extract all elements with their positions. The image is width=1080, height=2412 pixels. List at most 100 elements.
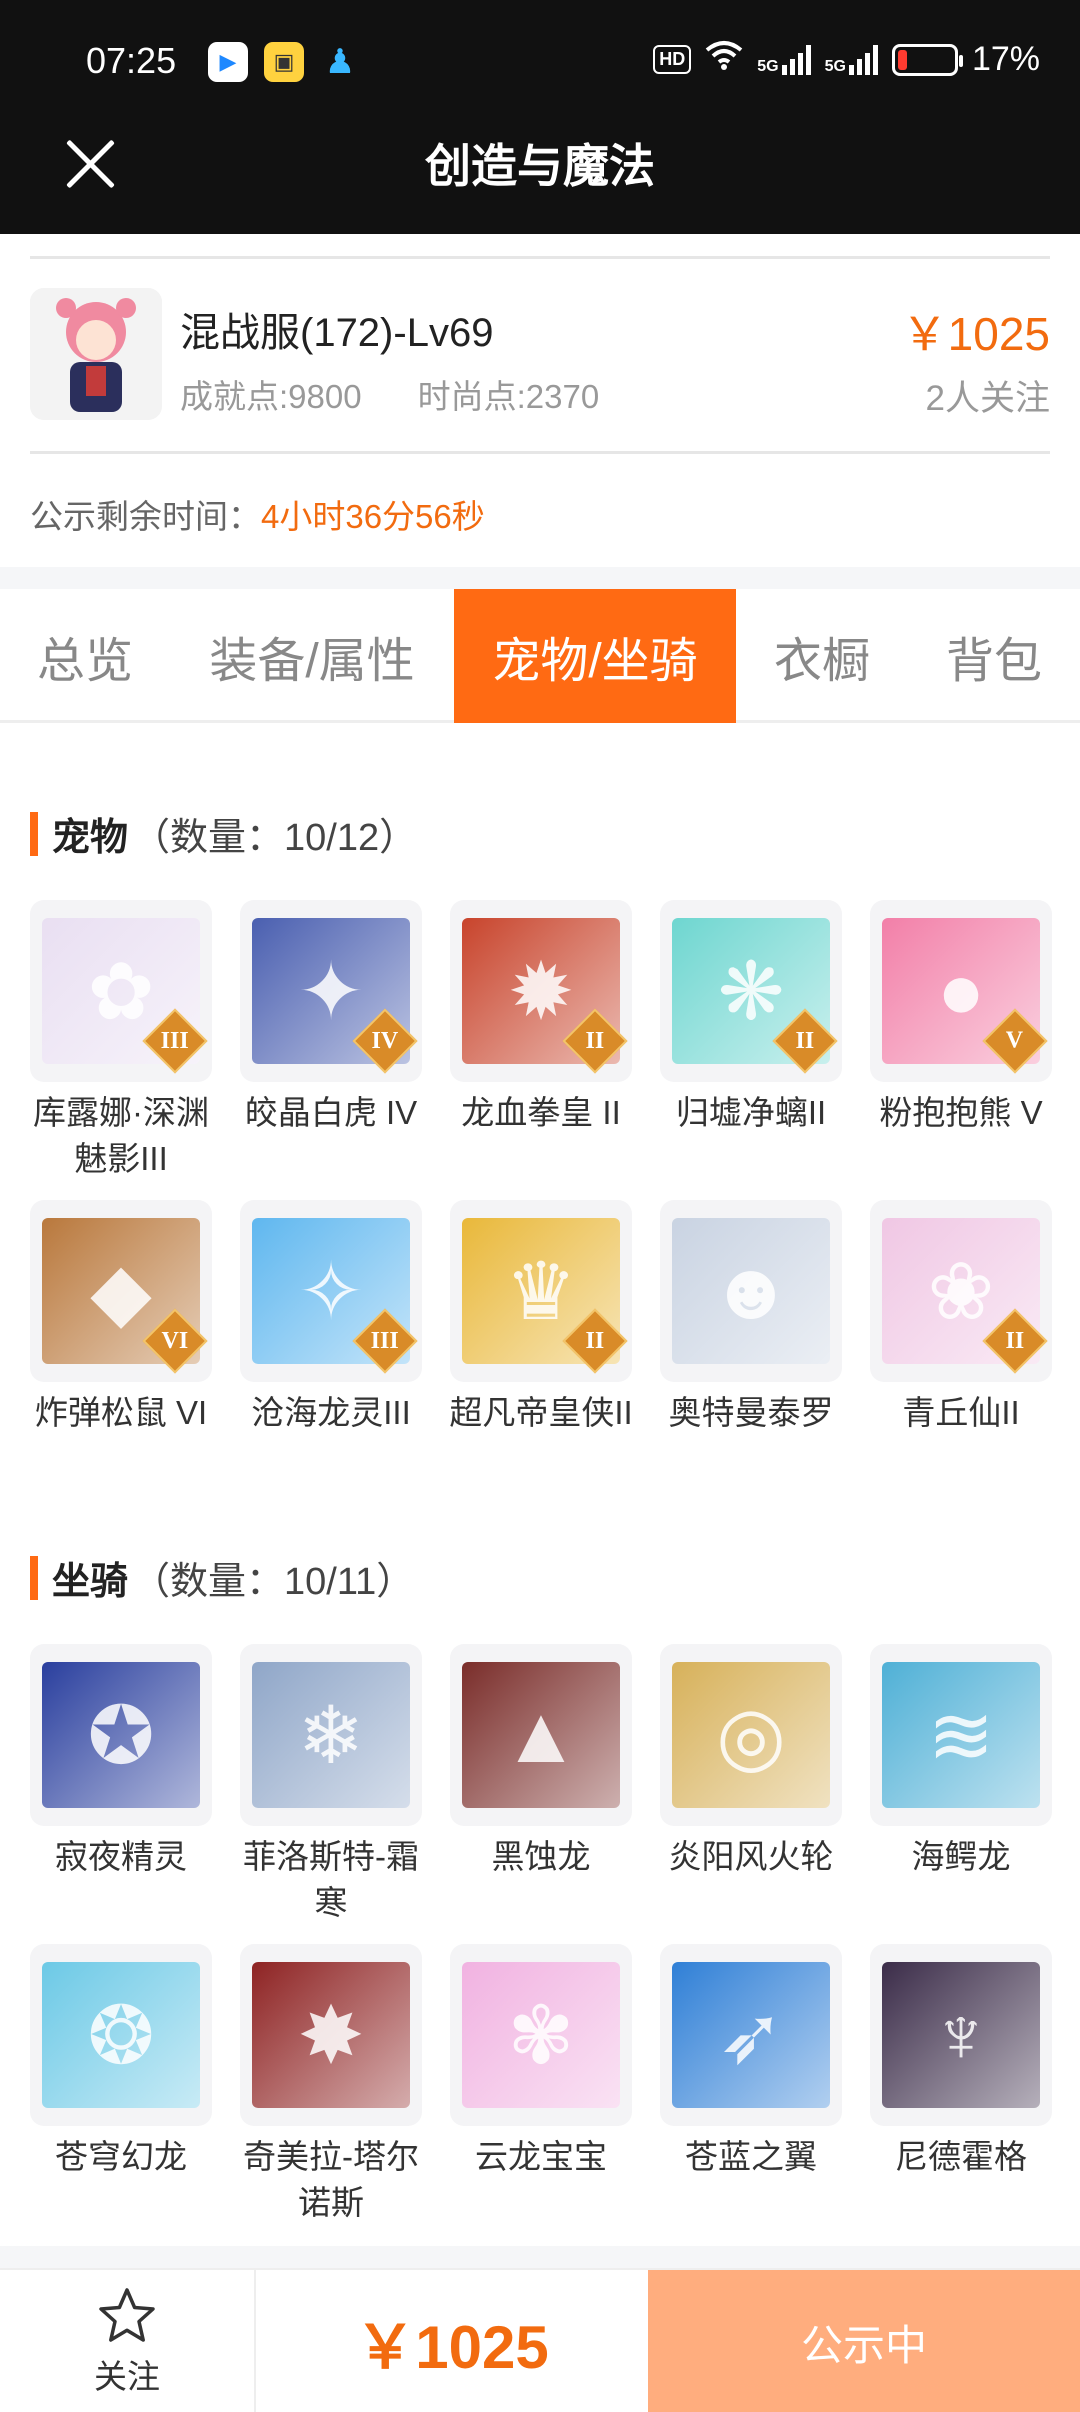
mount-name: 黑蚀龙 — [491, 1838, 591, 1875]
listing-stats: 成就点:9800 时尚点:2370 — [180, 370, 599, 418]
pet-item[interactable]: ♛ II 超凡帝皇侠II — [449, 1200, 633, 1436]
hd-icon: HD — [653, 45, 692, 74]
mount-name: 苍穹幻龙 — [55, 2138, 187, 2175]
mount-item[interactable]: ➶ 苍蓝之翼 — [660, 1944, 842, 2180]
mount-item[interactable]: ✾ 云龙宝宝 — [450, 1944, 632, 2180]
pets-section-title: 宠物 （数量：10/12） — [30, 806, 417, 861]
section-accent — [30, 1555, 38, 1600]
publicity-label: 公示剩余时间： — [30, 498, 261, 535]
pets-title: 宠物 — [52, 817, 129, 859]
mount-thumbnail: ✪ — [30, 1644, 212, 1826]
tab-backpack[interactable]: 背包 — [908, 589, 1080, 723]
pet-item[interactable]: ❋ II 归墟净螭II — [660, 900, 842, 1136]
tab-overview[interactable]: 总览 — [0, 589, 170, 723]
tier-label: II — [585, 1027, 605, 1054]
pets-count: （数量：10/12） — [132, 817, 418, 859]
pet-thumbnail: ● V — [870, 900, 1052, 1082]
listing-name: 混战服(172)-Lv69 — [180, 311, 494, 355]
mount-item[interactable]: ❄ 菲洛斯特-霜寒 — [240, 1644, 422, 1926]
video-app-icon: ▶ — [208, 42, 248, 82]
bottom-action-bar: 关注 ￥1025 公示中 — [0, 2268, 1080, 2412]
achievement-points: 成就点:9800 — [180, 378, 362, 415]
pet-thumbnail: ✿ III — [30, 900, 212, 1082]
tier-label: II — [585, 1327, 605, 1354]
pet-item[interactable]: ☻ 奥特曼泰罗 — [660, 1200, 842, 1436]
tab-equipment[interactable]: 装备/属性 — [170, 589, 454, 723]
top-bar: 07:25 ▶ ▣ ♟ HD 5G 5G 17% 创造与魔法 — [0, 0, 1080, 234]
tab-wardrobe[interactable]: 衣橱 — [736, 589, 908, 723]
creature-image: ♆ — [882, 1962, 1040, 2108]
mount-thumbnail: ❄ — [240, 1644, 422, 1826]
battery-icon — [891, 43, 963, 76]
tab-bar: 总览 装备/属性 宠物/坐骑 衣橱 背包 — [0, 589, 1080, 723]
mount-item[interactable]: ◎ 炎阳风火轮 — [660, 1644, 842, 1880]
pet-thumbnail: ✹ II — [450, 900, 632, 1082]
pet-name: 超凡帝皇侠II — [449, 1394, 633, 1431]
mount-thumbnail: ◎ — [660, 1644, 842, 1826]
pet-item[interactable]: ◆ VI 炸弹松鼠 VI — [30, 1200, 212, 1436]
section-accent — [30, 811, 38, 856]
mount-item[interactable]: ❂ 苍穹幻龙 — [30, 1944, 212, 2180]
pet-item[interactable]: ✦ IV 皎晶白虎 IV — [240, 900, 422, 1136]
mount-name: 苍蓝之翼 — [685, 2138, 817, 2175]
battery-percent: 17% — [971, 40, 1040, 78]
tier-label: V — [1006, 1027, 1024, 1054]
mount-name: 奇美拉-塔尔诺斯 — [243, 2138, 419, 2221]
pet-item[interactable]: ● V 粉抱抱熊 V — [870, 900, 1052, 1136]
mounts-count: （数量：10/11） — [132, 1561, 415, 1603]
creature-image: ✪ — [42, 1662, 200, 1808]
pet-name: 奥特曼泰罗 — [668, 1394, 834, 1431]
divider — [30, 256, 1050, 259]
pet-thumbnail: ◆ VI — [30, 1200, 212, 1382]
mount-thumbnail: ▲ — [450, 1644, 632, 1826]
pet-thumbnail: ☻ — [660, 1200, 842, 1382]
tier-label: IV — [371, 1027, 399, 1054]
mount-item[interactable]: ✸ 奇美拉-塔尔诺斯 — [240, 1944, 422, 2226]
pet-name: 归墟净螭II — [675, 1094, 827, 1131]
mount-item[interactable]: ✪ 寂夜精灵 — [30, 1644, 212, 1880]
status-right: HD 5G 5G 17% — [653, 40, 1040, 79]
mount-item[interactable]: ♆ 尼德霍格 — [870, 1944, 1052, 2180]
mount-item[interactable]: ▲ 黑蚀龙 — [450, 1644, 632, 1880]
creature-image: ▲ — [462, 1662, 620, 1808]
pet-thumbnail: ✧ III — [240, 1200, 422, 1382]
creature-image: ❂ — [42, 1962, 200, 2108]
creature-image: ❄ — [252, 1662, 410, 1808]
pet-name: 龙血拳皇 II — [461, 1094, 621, 1131]
page-header: 创造与魔法 — [0, 120, 1080, 234]
creature-image: ✾ — [462, 1962, 620, 2108]
mount-thumbnail: ➶ — [660, 1944, 842, 2126]
status-bar: 07:25 ▶ ▣ ♟ HD 5G 5G 17% — [0, 0, 1080, 120]
publicity-timer: 公示剩余时间：4小时36分56秒 — [30, 490, 485, 538]
creature-image: ≋ — [882, 1662, 1040, 1808]
qq-app-icon: ♟ — [324, 43, 356, 81]
creature-image: ☻ — [672, 1218, 830, 1364]
wifi-icon — [705, 40, 743, 79]
tier-label: III — [160, 1027, 190, 1054]
pet-item[interactable]: ✹ II 龙血拳皇 II — [450, 900, 632, 1136]
tab-pets-mounts[interactable]: 宠物/坐骑 — [454, 589, 736, 723]
mount-item[interactable]: ≋ 海鳄龙 — [870, 1644, 1052, 1880]
follow-label: 关注 — [94, 2358, 160, 2395]
follower-count: 2人关注 — [925, 379, 1050, 418]
pet-thumbnail: ✦ IV — [240, 900, 422, 1082]
pet-thumbnail: ❀ II — [870, 1200, 1052, 1382]
mount-name: 云龙宝宝 — [475, 2138, 607, 2175]
notification-icons: ▶ ▣ ♟ — [208, 42, 360, 82]
pet-item[interactable]: ✧ III 沧海龙灵III — [240, 1200, 422, 1436]
mount-thumbnail: ❂ — [30, 1944, 212, 2126]
mount-name: 尼德霍格 — [895, 2138, 1027, 2175]
page-title: 创造与魔法 — [425, 140, 655, 192]
pet-thumbnail: ❋ II — [660, 900, 842, 1082]
publicity-status-button[interactable]: 公示中 — [648, 2270, 1080, 2412]
pet-item[interactable]: ✿ III 库露娜·深渊魅影III — [30, 900, 212, 1182]
tier-label: III — [370, 1327, 400, 1354]
pet-name: 库露娜·深渊魅影III — [33, 1094, 209, 1177]
pet-item[interactable]: ❀ II 青丘仙II — [870, 1200, 1052, 1436]
listing-price: ￥1025 — [901, 308, 1050, 360]
follow-button[interactable]: 关注 — [0, 2270, 256, 2412]
mount-thumbnail: ✸ — [240, 1944, 422, 2126]
pet-name: 皎晶白虎 IV — [244, 1094, 418, 1131]
character-avatar — [30, 288, 162, 420]
mount-name: 炎阳风火轮 — [668, 1838, 834, 1875]
